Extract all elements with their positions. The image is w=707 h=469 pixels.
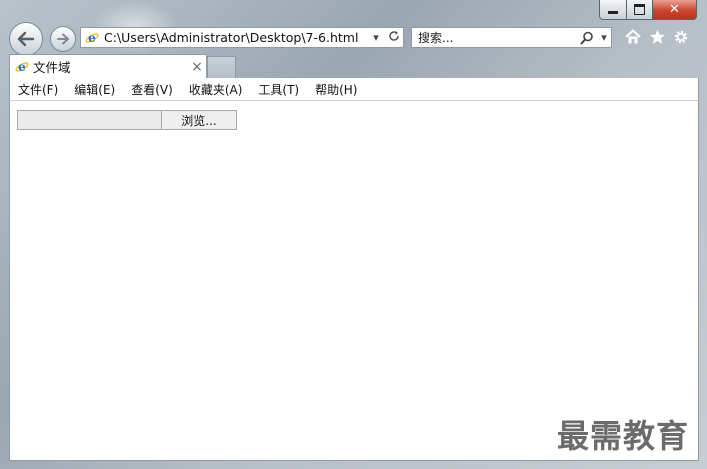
page-content: 浏览... 最需教育 [9, 101, 699, 461]
refresh-icon[interactable] [385, 30, 403, 45]
maximize-icon [634, 4, 645, 15]
back-arrow-icon [17, 31, 35, 47]
window-frame: ✕ e C:\Users\Administrator\Desktop\7-6.h… [0, 0, 707, 469]
menu-file[interactable]: 文件(F) [18, 81, 58, 98]
forward-arrow-icon [57, 33, 69, 45]
menu-tools[interactable]: 工具(T) [258, 81, 299, 98]
menu-favorites[interactable]: 收藏夹(A) [189, 81, 243, 98]
minimize-icon [608, 11, 618, 14]
search-icon[interactable] [577, 31, 597, 45]
menu-edit[interactable]: 编辑(E) [74, 81, 115, 98]
menu-help[interactable]: 帮助(H) [315, 81, 357, 98]
menu-view[interactable]: 查看(V) [131, 81, 173, 98]
caption-buttons: ✕ [599, 0, 697, 20]
file-path-field[interactable] [17, 110, 162, 130]
search-dropdown-icon[interactable]: ▾ [597, 31, 611, 44]
tab-close-icon[interactable]: × [188, 59, 206, 75]
toolbar-icons [624, 28, 690, 46]
maximize-button[interactable] [627, 0, 653, 20]
ie-logo-icon: e [85, 31, 99, 45]
favorites-star-icon[interactable] [648, 28, 666, 46]
browse-button[interactable]: 浏览... [162, 110, 237, 130]
tab-active[interactable]: e 文件域 × [9, 54, 207, 78]
close-window-button[interactable]: ✕ [653, 0, 697, 20]
watermark-logo: 最需教育 [557, 417, 690, 455]
forward-button[interactable] [50, 26, 76, 52]
search-input[interactable] [412, 29, 577, 46]
svg-text:e: e [88, 31, 96, 45]
menu-bar: 文件(F) 编辑(E) 查看(V) 收藏夹(A) 工具(T) 帮助(H) [9, 78, 699, 101]
new-tab-button[interactable] [207, 56, 236, 78]
home-icon[interactable] [624, 28, 642, 46]
back-button[interactable] [9, 22, 43, 56]
ie-logo-icon: e [15, 60, 29, 74]
file-input: 浏览... [17, 110, 237, 130]
svg-text:e: e [18, 60, 26, 74]
minimize-button[interactable] [599, 0, 627, 20]
tab-title: 文件域 [33, 60, 71, 75]
gear-icon[interactable] [672, 28, 690, 46]
dropdown-icon[interactable]: ▾ [367, 31, 385, 44]
close-icon: ✕ [669, 2, 680, 17]
address-bar[interactable]: e C:\Users\Administrator\Desktop\7-6.htm… [80, 27, 404, 48]
url-text[interactable]: C:\Users\Administrator\Desktop\7-6.html [104, 30, 367, 45]
search-box[interactable]: ▾ [411, 27, 612, 48]
